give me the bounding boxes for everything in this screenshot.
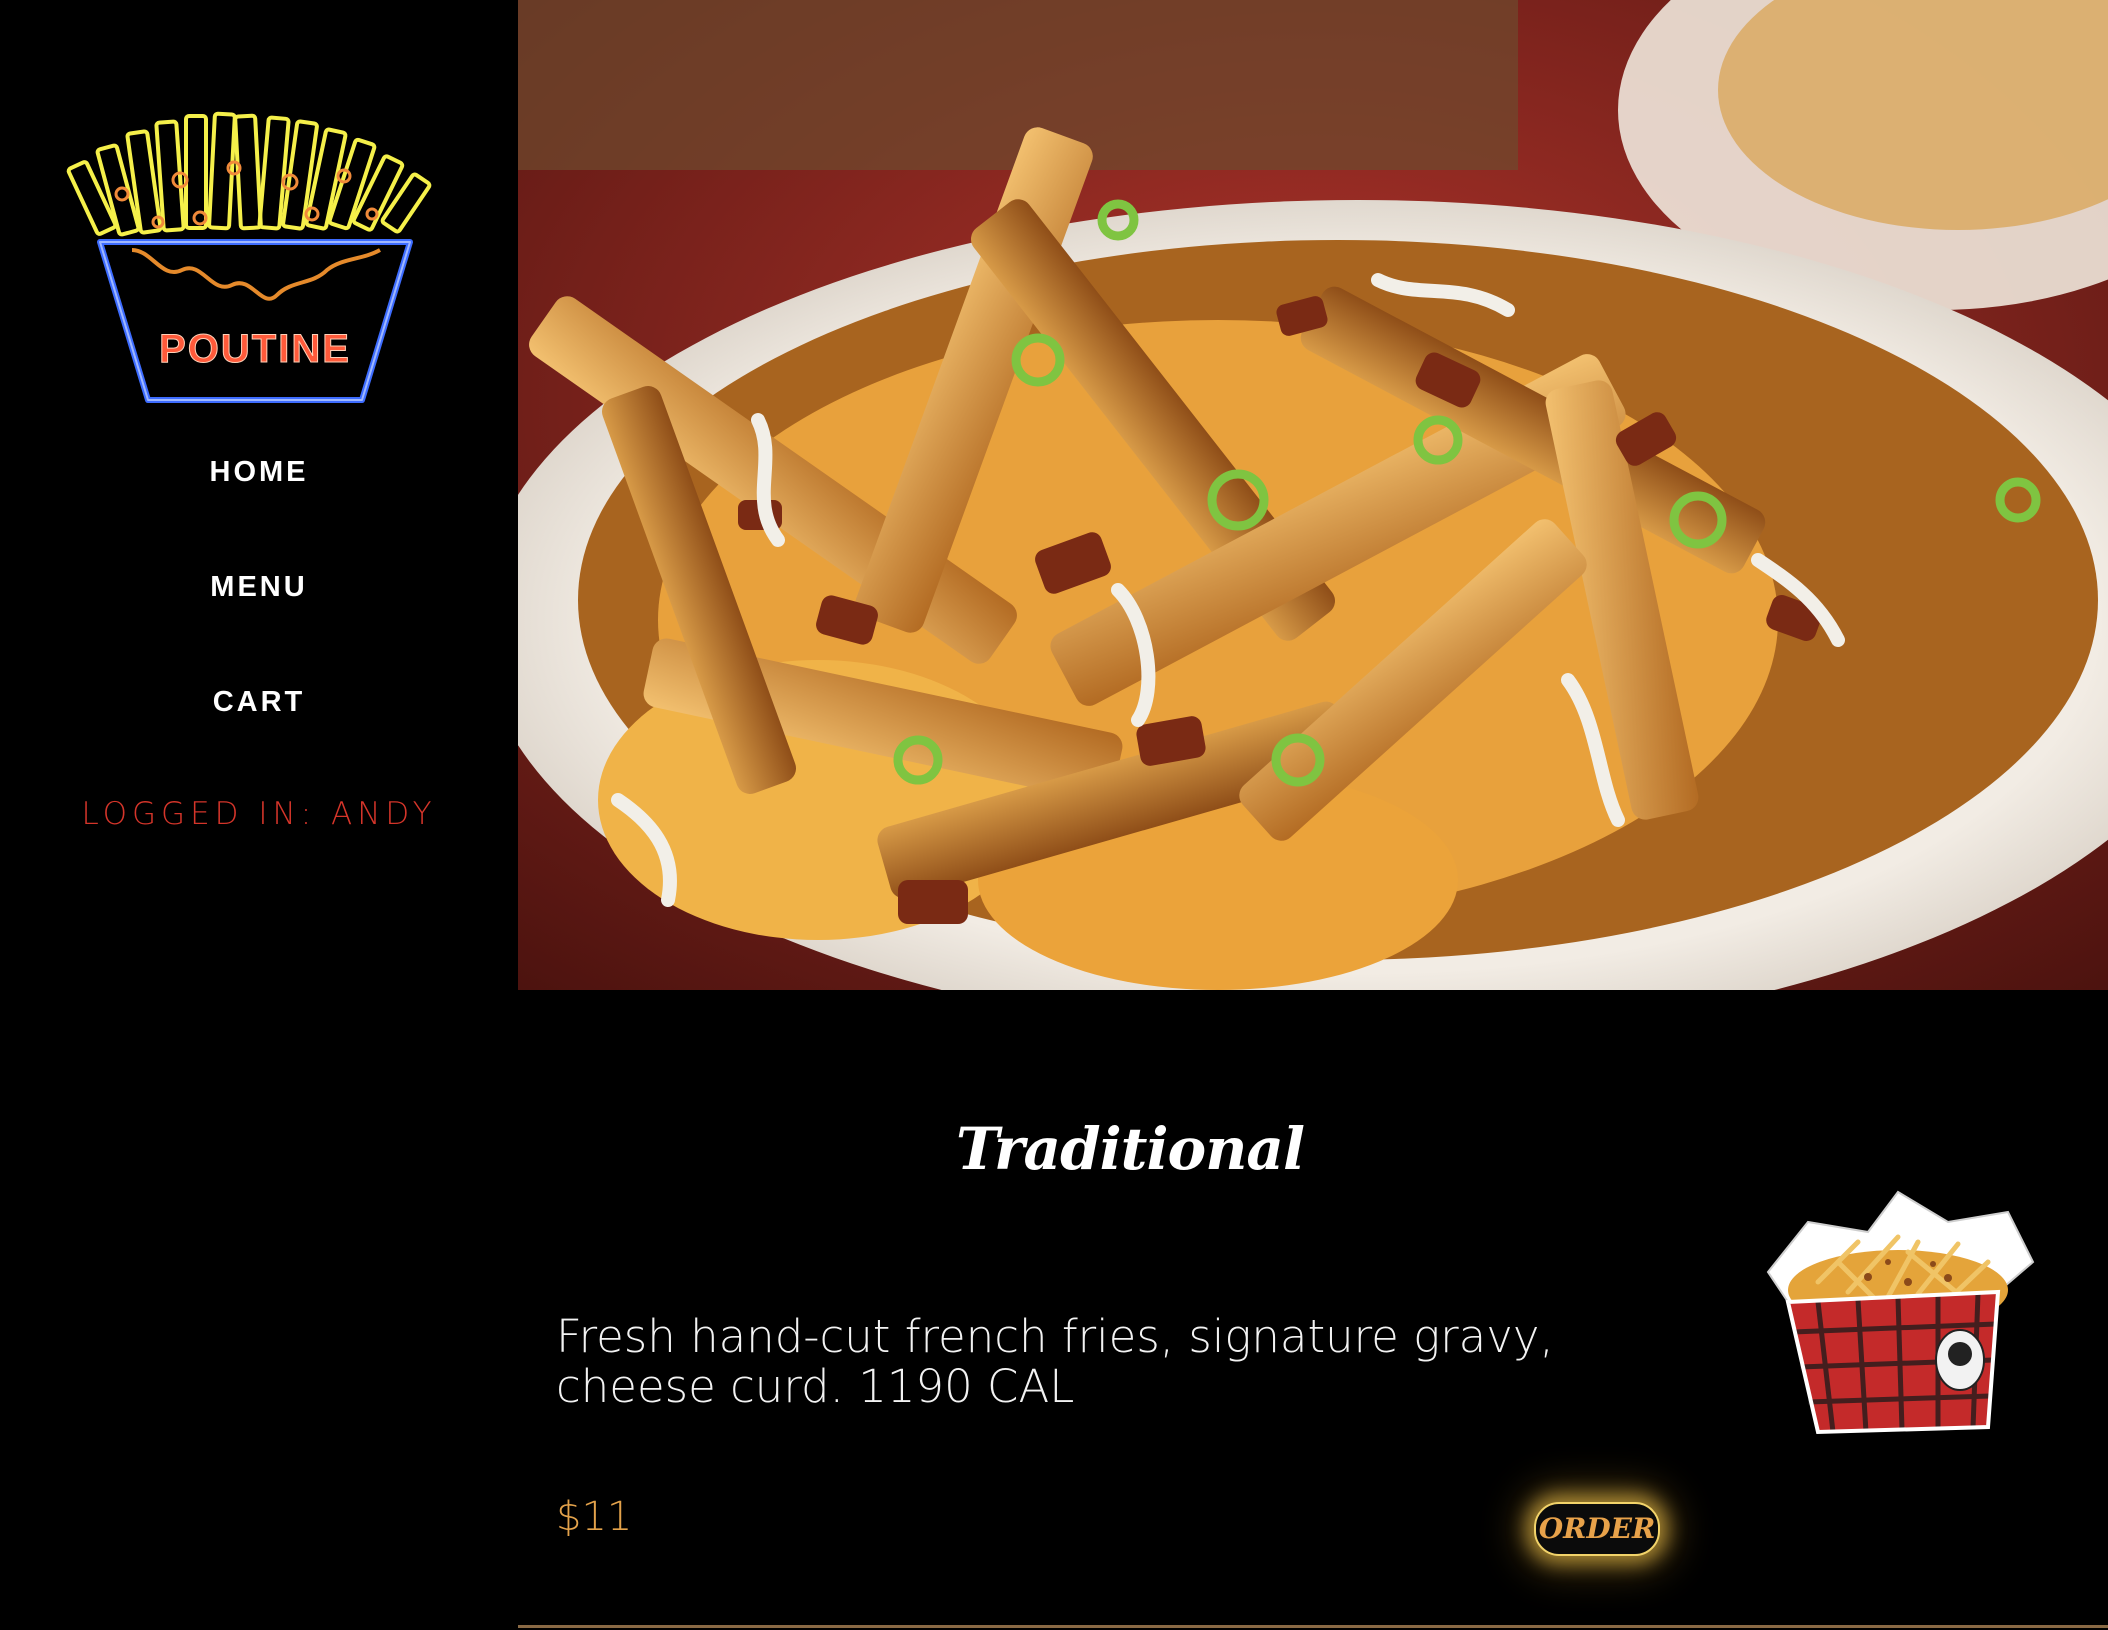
product-title: Traditional [956,1115,1305,1183]
hero-image [518,0,2108,990]
poutine-photo [518,0,2108,990]
page: POUTINE HOME MENU CART LOGGED IN: ANDY T… [0,0,2108,1630]
product-price: $11 [556,1494,633,1540]
order-button[interactable]: ORDER [1534,1502,1660,1556]
login-status: LOGGED IN: ANDY [81,796,437,832]
nav-home[interactable]: HOME [0,456,518,489]
poutine-logo[interactable]: POUTINE [62,110,448,410]
section-divider [518,1625,2108,1628]
nav-cart[interactable]: CART [0,686,518,719]
product-description: Fresh hand-cut french fries, signature g… [556,1310,1554,1413]
poutine-box-icon [1766,1190,2035,1435]
sidebar: POUTINE HOME MENU CART LOGGED IN: ANDY [0,0,518,1630]
logo-text: POUTINE [159,327,351,371]
nav-menu[interactable]: MENU [0,571,518,604]
